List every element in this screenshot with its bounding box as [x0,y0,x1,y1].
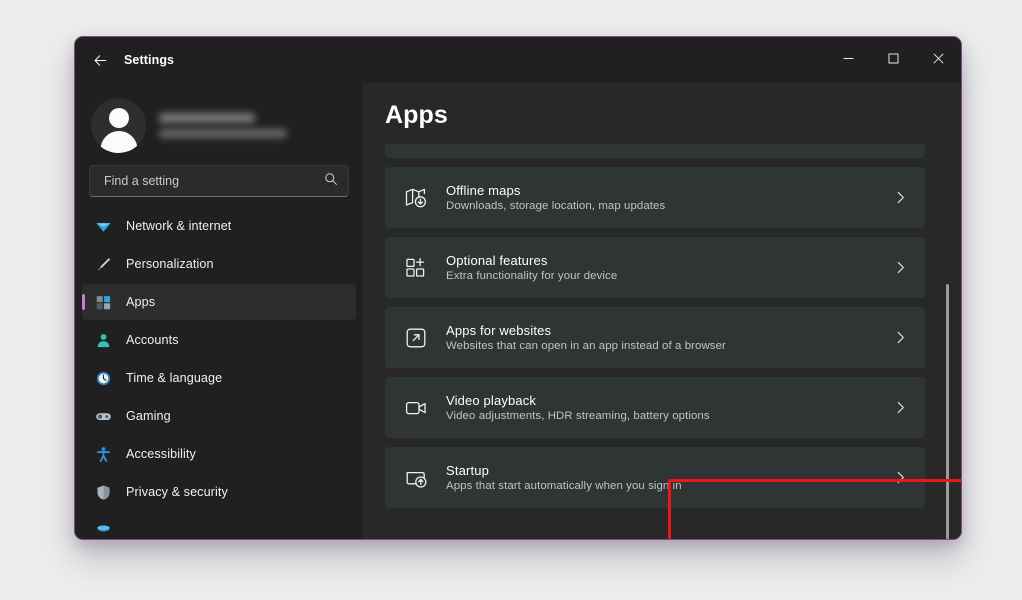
sidebar-item-network-internet[interactable]: Network & internet [82,208,356,244]
scrollbar-thumb[interactable] [946,284,949,539]
settings-card-list: Offline maps Downloads, storage location… [363,144,961,539]
close-icon [933,51,944,69]
sidebar-item-personalization[interactable]: Personalization [82,246,356,282]
startup-icon [403,465,429,491]
search-box[interactable] [89,165,349,197]
sidebar-item-label: Privacy & security [126,485,228,499]
main-scrollbar[interactable] [943,139,953,539]
settings-card-startup[interactable]: Startup Apps that start automatically wh… [385,447,925,508]
card-title: Video playback [446,393,537,408]
sidebar-item-label: Network & internet [126,219,232,233]
sidebar-item-label: Time & language [126,371,223,385]
sidebar-item-time-language[interactable]: Time & language [82,360,356,396]
card-text: Offline maps Downloads, storage location… [446,183,665,212]
card-text: Startup Apps that start automatically wh… [446,463,682,492]
main-content: Apps Offline maps Downloads, storage loc… [363,83,961,539]
account-name: █████ ██████ [159,112,255,123]
sidebar-item-gaming[interactable]: Gaming [82,398,356,434]
window-controls [826,37,961,83]
card-subtitle: Video adjustments, HDR streaming, batter… [446,410,710,422]
offline-maps-icon [403,185,429,211]
close-button[interactable] [916,37,961,83]
sidebar-item-accounts[interactable]: Accounts [82,322,356,358]
search-icon[interactable] [324,172,338,191]
window-title: Settings [124,53,175,67]
minimize-button[interactable] [826,37,871,83]
apps-grid-icon [93,292,113,312]
screenshot-root: Settings Find a setting Network & intern… [0,0,1022,600]
card-title: Offline maps [446,183,521,198]
account-email: █████████@█████.███ [159,128,287,138]
minimize-icon [843,51,854,69]
account-text: █████ ██████ █████████@█████.███ [159,112,287,138]
card-title: Optional features [446,253,548,268]
gamepad-icon [93,406,113,426]
settings-card-optional-features[interactable]: Optional features Extra functionality fo… [385,237,925,298]
back-arrow-icon [93,53,108,68]
sidebar-item-label: Accounts [126,333,179,347]
sidebar-item-windows-update[interactable] [82,512,356,539]
chevron-right-icon [893,330,908,345]
sidebar-nav: Network & internet Personalization Apps … [75,208,363,539]
sidebar-item-apps[interactable]: Apps [82,284,356,320]
avatar-shoulders [100,130,137,153]
card-subtitle: Apps that start automatically when you s… [446,480,682,492]
card-text: Optional features Extra functionality fo… [446,253,617,282]
card-subtitle: Downloads, storage location, map updates [446,200,666,212]
card-text: Apps for websites Websites that can open… [446,323,726,352]
page-title: Apps [385,101,448,129]
optional-features-icon [403,255,429,281]
search-input[interactable] [102,173,324,189]
partial-card-above[interactable] [385,144,925,158]
sidebar-item-label: Personalization [126,257,214,271]
settings-card-video-playback[interactable]: Video playback Video adjustments, HDR st… [385,377,925,438]
shield-icon [93,482,113,502]
maximize-icon [888,51,899,69]
chevron-right-icon [893,470,908,485]
card-text: Video playback Video adjustments, HDR st… [446,393,710,422]
sidebar: █████ ██████ █████████@█████.███ [75,83,363,539]
person-icon [93,330,113,350]
card-subtitle: Extra functionality for your device [446,270,618,282]
sidebar-item-label: Gaming [126,409,171,423]
sidebar-item-label: Apps [126,295,156,309]
windows-update-icon [93,520,113,539]
chevron-right-icon [893,400,908,415]
window-body: █████ ██████ █████████@█████.███ [75,83,961,539]
network-icon [93,216,113,236]
settings-card-offline-maps[interactable]: Offline maps Downloads, storage location… [385,167,925,228]
title-bar: Settings [75,37,961,83]
clock-icon [93,368,113,388]
chevron-right-icon [893,260,908,275]
chevron-right-icon [893,190,908,205]
paintbrush-icon [93,254,113,274]
apps-for-websites-icon [403,325,429,351]
settings-card-apps-for-websites[interactable]: Apps for websites Websites that can open… [385,307,925,368]
settings-window: Settings Find a setting Network & intern… [74,36,962,540]
sidebar-item-privacy-security[interactable]: Privacy & security [82,474,356,510]
sidebar-item-label: Accessibility [126,447,196,461]
card-title: Apps for websites [446,323,552,338]
accessibility-person-icon [93,444,113,464]
card-subtitle: Websites that can open in an app instead… [446,340,726,352]
avatar-head [108,107,129,128]
sidebar-item-accessibility[interactable]: Accessibility [82,436,356,472]
account-summary[interactable]: █████ ██████ █████████@█████.███ [75,83,363,159]
maximize-button[interactable] [871,37,916,83]
card-title: Startup [446,463,489,478]
back-button[interactable] [85,45,115,75]
default-user-avatar-icon [91,97,146,153]
video-playback-icon [403,395,429,421]
